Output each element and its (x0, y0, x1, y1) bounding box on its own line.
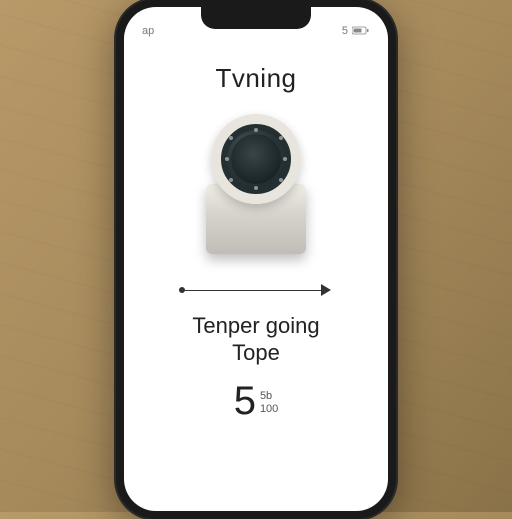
phone-notch (201, 7, 311, 29)
secondary-bottom: 100 (260, 403, 278, 416)
secondary-top: 5b (260, 390, 278, 403)
arrow-head-icon (321, 284, 331, 296)
phone-frame: ap 5 Tvning (116, 0, 396, 519)
secondary-values: 5b 100 (260, 390, 278, 420)
phone-screen: ap 5 Tvning (124, 7, 388, 511)
subtitle-text: Tenper going Tope (192, 312, 319, 367)
arrow-line-segment (181, 290, 321, 292)
page-title: Tvning (215, 63, 296, 94)
app-content: Tvning (124, 39, 388, 511)
device-lens (211, 114, 301, 204)
subtitle-line-1: Tenper going (192, 313, 319, 338)
value-display: 5 5b 100 (234, 381, 279, 421)
subtitle-line-2: Tope (232, 340, 280, 365)
lens-dots (223, 126, 289, 192)
direction-arrow (171, 278, 341, 302)
status-indicator-left: ap (142, 25, 154, 37)
device-illustration (186, 114, 326, 264)
status-right: 5 (342, 25, 370, 37)
status-indicator-right: 5 (342, 25, 348, 37)
battery-icon (352, 26, 370, 35)
primary-value: 5 (234, 381, 256, 421)
status-left: ap (142, 25, 154, 37)
